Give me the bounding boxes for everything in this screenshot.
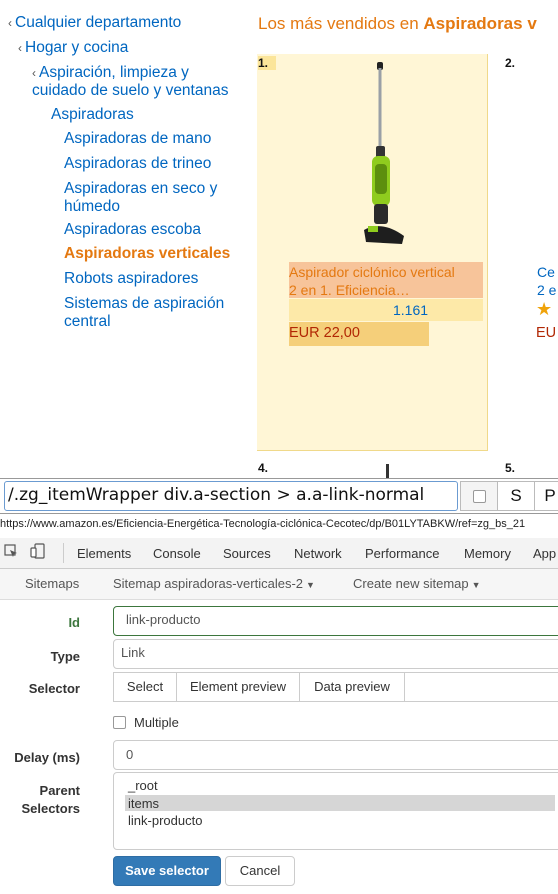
delay-input[interactable] xyxy=(113,740,558,770)
review-count[interactable]: 1.161 xyxy=(393,302,428,318)
type-label: Type xyxy=(50,649,80,664)
tab-memory[interactable]: Memory xyxy=(464,546,511,561)
parent-option-root[interactable]: _root xyxy=(128,778,158,793)
save-selector-button[interactable]: Save selector xyxy=(113,856,221,886)
parent-selected-highlight xyxy=(125,795,555,811)
parent-option-items[interactable]: items xyxy=(128,796,159,811)
category-sistemas-aspiracion[interactable]: Sistemas de aspiración central xyxy=(64,295,224,331)
category-aspiradoras-de-trineo[interactable]: Aspiradoras de trineo xyxy=(64,155,211,173)
product-rank-2: 2. xyxy=(505,56,516,70)
category-aspiradoras-escoba[interactable]: Aspiradoras escoba xyxy=(64,221,201,239)
menu-sitemaps[interactable]: Sitemaps xyxy=(25,576,79,591)
product-name[interactable]: Aspirador ciclónico vertical 2 en 1. Efic… xyxy=(289,263,485,299)
id-label: Id xyxy=(68,615,80,630)
bestsellers-title: Los más vendidos en Aspiradoras v xyxy=(258,14,537,33)
status-url: https://www.amazon.es/Eficiencia-Energét… xyxy=(0,518,526,530)
multiple-toggle-button[interactable] xyxy=(460,481,498,511)
category-aspiradoras-seco-humedo[interactable]: Aspiradoras en seco y húmedo xyxy=(64,180,217,216)
star-icon: ★ xyxy=(536,299,553,319)
product-image[interactable] xyxy=(344,60,414,250)
parent-label-line2: Selectors xyxy=(21,801,80,816)
caret-down-icon: ▼ xyxy=(306,580,315,590)
select-button[interactable]: Select xyxy=(113,672,177,702)
product-name-2[interactable]: Ce 2 e xyxy=(537,263,556,299)
delay-value: 0 xyxy=(126,747,134,762)
tab-elements[interactable]: Elements xyxy=(77,546,131,561)
parent-option-link-producto[interactable]: link-producto xyxy=(128,813,202,828)
tab-performance[interactable]: Performance xyxy=(365,546,439,561)
type-value: Link xyxy=(121,645,145,660)
product-image-4-partial xyxy=(386,464,389,478)
menu-current-sitemap[interactable]: Sitemap aspiradoras-verticales-2 ▼ xyxy=(113,576,315,591)
tab-network[interactable]: Network xyxy=(294,546,342,561)
css-selector-value: /.zg_itemWrapper div.a-section > a.a-lin… xyxy=(8,485,425,505)
product-price: EUR 22,00 xyxy=(289,325,360,341)
id-value: link-producto xyxy=(126,612,201,627)
category-aspiracion-limpieza[interactable]: ‹ Aspiración, limpieza y cuidado de suelo … xyxy=(32,64,228,100)
cancel-button[interactable]: Cancel xyxy=(225,856,295,886)
tab-sources[interactable]: Sources xyxy=(223,546,271,561)
product-rank-4: 4. xyxy=(258,461,269,475)
type-select[interactable] xyxy=(113,639,558,669)
select-done-button[interactable]: S xyxy=(497,481,535,511)
element-preview-button[interactable]: Element preview xyxy=(176,672,300,702)
category-any-department[interactable]: ‹ Cualquier departamento xyxy=(8,14,181,32)
data-preview-button[interactable]: Data preview xyxy=(299,672,405,702)
reviews-highlight xyxy=(289,299,483,321)
category-robots-aspiradores[interactable]: Robots aspiradores xyxy=(64,270,198,288)
parent-label-line1: Parent xyxy=(39,783,80,798)
category-hogar-cocina[interactable]: ‹ Hogar y cocina xyxy=(18,39,128,57)
caret-down-icon: ▼ xyxy=(471,580,481,590)
device-toolbar-icon[interactable] xyxy=(30,543,46,559)
delay-label: Delay (ms) xyxy=(14,750,80,765)
menu-create-sitemap[interactable]: Create new sitemap ▼ xyxy=(353,576,481,591)
preview-button[interactable]: P xyxy=(534,481,558,511)
multiple-label: Multiple xyxy=(134,715,179,730)
product-rank: 1. xyxy=(258,56,277,70)
selector-label: Selector xyxy=(28,681,80,696)
parent-selectors-list[interactable] xyxy=(113,772,558,850)
product-rank-5: 5. xyxy=(505,461,516,475)
category-aspiradoras[interactable]: Aspiradoras xyxy=(51,106,134,124)
tab-application[interactable]: App xyxy=(533,546,556,561)
devtools-separator xyxy=(63,543,64,563)
multiple-checkbox[interactable] xyxy=(113,716,126,729)
tab-console[interactable]: Console xyxy=(153,546,201,561)
category-aspiradoras-verticales: Aspiradoras verticales xyxy=(64,245,231,262)
inspect-element-icon[interactable] xyxy=(4,544,18,558)
product-price-2: EU xyxy=(536,325,557,341)
checkbox-icon xyxy=(473,490,486,503)
category-aspiradoras-de-mano[interactable]: Aspiradoras de mano xyxy=(64,130,211,148)
